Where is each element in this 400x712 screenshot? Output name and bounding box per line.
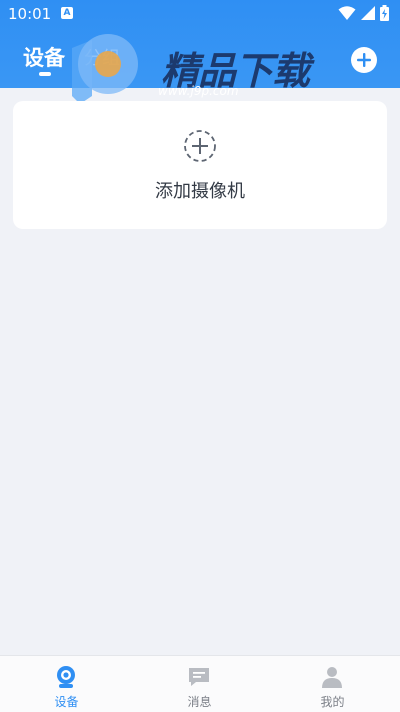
status-bar: 10:01 A xyxy=(0,0,400,28)
add-device-button[interactable] xyxy=(351,47,377,73)
tab-devices[interactable]: 设备 xyxy=(23,42,65,72)
wifi-icon xyxy=(338,6,356,20)
signal-icon xyxy=(361,6,375,20)
header: 设备 分组 xyxy=(0,28,400,88)
nav-item-profile[interactable]: 我的 xyxy=(266,656,399,712)
bottom-nav: 设备 消息 我的 xyxy=(0,655,400,712)
add-camera-card[interactable]: 添加摄像机 xyxy=(13,101,387,229)
nav-label-messages: 消息 xyxy=(187,695,212,709)
tab-groups[interactable]: 分组 xyxy=(84,44,120,70)
active-tab-indicator xyxy=(39,72,51,76)
nav-label-profile: 我的 xyxy=(320,695,345,709)
message-icon xyxy=(189,668,209,686)
status-time: 10:01 xyxy=(8,5,52,23)
person-icon xyxy=(322,667,342,688)
nav-item-messages[interactable]: 消息 xyxy=(133,656,266,712)
plus-circle-icon xyxy=(357,53,371,67)
add-camera-label: 添加摄像机 xyxy=(155,181,245,202)
camera-icon xyxy=(57,666,75,688)
nav-label-devices: 设备 xyxy=(54,695,79,709)
battery-icon xyxy=(380,5,389,21)
add-dashed-circle-icon xyxy=(184,130,216,162)
notification-badge: A xyxy=(61,7,73,19)
nav-item-devices[interactable]: 设备 xyxy=(0,656,133,712)
